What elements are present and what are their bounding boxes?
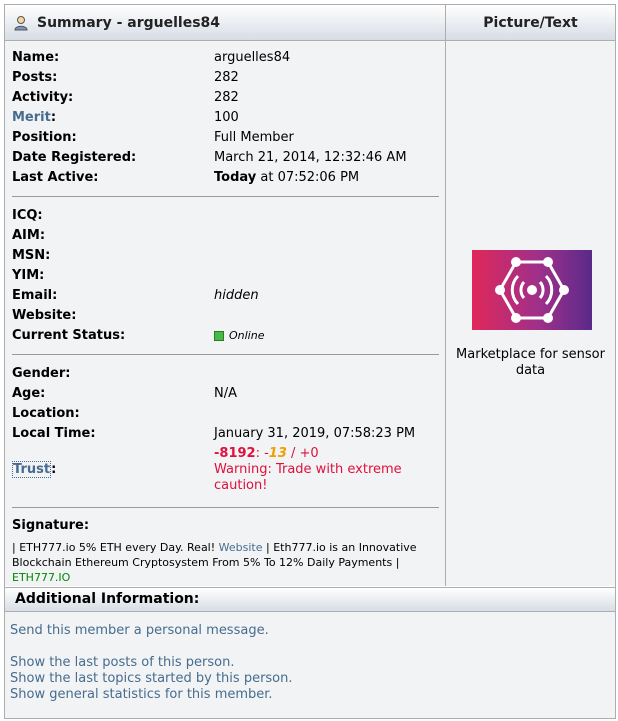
divider [12, 196, 439, 197]
show-posts-link[interactable]: Show the last posts of this person. [10, 655, 234, 671]
summary-header: Summary - arguelles84 [5, 5, 446, 41]
position-row: Position: Full Member [12, 128, 437, 148]
signature-domain-link[interactable]: ETH777.IO [12, 571, 70, 584]
divider [12, 354, 439, 355]
additional-header: Additional Information: [5, 587, 615, 612]
status-label: Current Status: [12, 328, 126, 343]
website-label: Website: [12, 308, 77, 323]
posts-value: 282 [214, 70, 239, 85]
signature-part: | ETH777.io 5% ETH every Day. Real! [12, 541, 219, 554]
picture-caption: Marketplace for sensor data [456, 347, 605, 378]
signature-text: | ETH777.io 5% ETH every Day. Real! Webs… [12, 540, 442, 585]
signature-label: Signature: [12, 518, 90, 533]
registered-label: Date Registered: [12, 150, 137, 165]
picture-title: Picture/Text [483, 14, 578, 31]
merit-value: 100 [214, 110, 239, 125]
local-time-label: Local Time: [12, 426, 96, 441]
age-value: N/A [214, 386, 237, 401]
last-active-row: Last Active: Today at 07:52:06 PM [12, 168, 437, 188]
picture-body: Marketplace for sensor data [446, 41, 615, 586]
location-label: Location: [12, 406, 80, 421]
name-value: arguelles84 [214, 50, 291, 65]
divider [12, 507, 439, 508]
activity-row: Activity: 282 [12, 88, 437, 108]
yim-row: YIM: [12, 266, 437, 286]
hexagon-icon [495, 257, 569, 323]
icq-row: ICQ: [12, 206, 437, 226]
trust-link[interactable]: Trust [12, 461, 52, 478]
website-row: Website: [12, 306, 437, 326]
local-time-row: Local Time: January 31, 2019, 07:58:23 PM [12, 424, 437, 444]
last-active-time: at 07:52:06 PM [256, 170, 360, 185]
name-row: Name: arguelles84 [12, 48, 437, 68]
status-value: Online [229, 329, 265, 342]
activity-label: Activity: [12, 90, 74, 105]
merit-link[interactable]: Merit [12, 110, 51, 125]
additional-body: Send this member a personal message. Sho… [5, 612, 615, 718]
email-label: Email: [12, 288, 58, 303]
picture-header: Picture/Text [446, 5, 615, 41]
signature-website-link[interactable]: Website [219, 541, 263, 554]
last-active-today: Today [214, 170, 257, 185]
profile-panel: Summary - arguelles84 Picture/Text Name:… [4, 4, 616, 719]
aim-label: AIM: [12, 228, 46, 243]
age-label: Age: [12, 386, 46, 401]
msn-row: MSN: [12, 246, 437, 266]
email-row: Email: hidden [12, 286, 437, 306]
gender-label: Gender: [12, 366, 71, 381]
position-label: Position: [12, 130, 77, 145]
yim-label: YIM: [12, 268, 45, 283]
name-label: Name: [12, 50, 60, 65]
trust-colon: : [51, 462, 57, 477]
summary-title: Summary - arguelles84 [37, 14, 221, 31]
aim-row: AIM: [12, 226, 437, 246]
last-active-label: Last Active: [12, 170, 99, 185]
user-icon [14, 15, 28, 30]
online-dot-icon [214, 331, 224, 341]
show-topics-link[interactable]: Show the last topics started by this per… [10, 671, 293, 687]
trust-positive: / +0 [286, 446, 319, 461]
registered-row: Date Registered: March 21, 2014, 12:32:46… [12, 148, 437, 168]
summary-body: Name: arguelles84 Posts: 282 Activity: 282 … [5, 41, 446, 586]
location-row: Location: [12, 404, 437, 424]
merit-colon: : [50, 110, 57, 125]
age-row: Age: N/A [12, 384, 437, 404]
trust-total: -8192 [214, 446, 256, 461]
merit-row: Merit: 100 [12, 108, 437, 128]
trust-warning: Warning: Trade with extreme caution! [214, 462, 402, 493]
gender-row: Gender: [12, 364, 437, 384]
trust-separator: : - [255, 446, 269, 461]
sensor-hexagon-logo [472, 250, 592, 330]
icq-label: ICQ: [12, 208, 43, 223]
status-row: Current Status: Online [12, 326, 437, 346]
posts-row: Posts: 282 [12, 68, 437, 88]
show-stats-link[interactable]: Show general statistics for this member. [10, 687, 273, 703]
additional-title: Additional Information: [15, 591, 200, 607]
registered-value: March 21, 2014, 12:32:46 AM [214, 150, 407, 165]
posts-label: Posts: [12, 70, 58, 85]
trust-negative: 13 [268, 446, 287, 461]
position-value: Full Member [214, 130, 294, 145]
signature-row: Signature: [12, 516, 437, 536]
send-message-link[interactable]: Send this member a personal message. [10, 623, 269, 639]
local-time-value: January 31, 2019, 07:58:23 PM [214, 426, 416, 441]
email-value: hidden [214, 288, 259, 303]
trust-row: Trust: Warning: Trade with extreme cauti… [12, 460, 437, 494]
activity-value: 282 [214, 90, 239, 105]
msn-label: MSN: [12, 248, 51, 263]
